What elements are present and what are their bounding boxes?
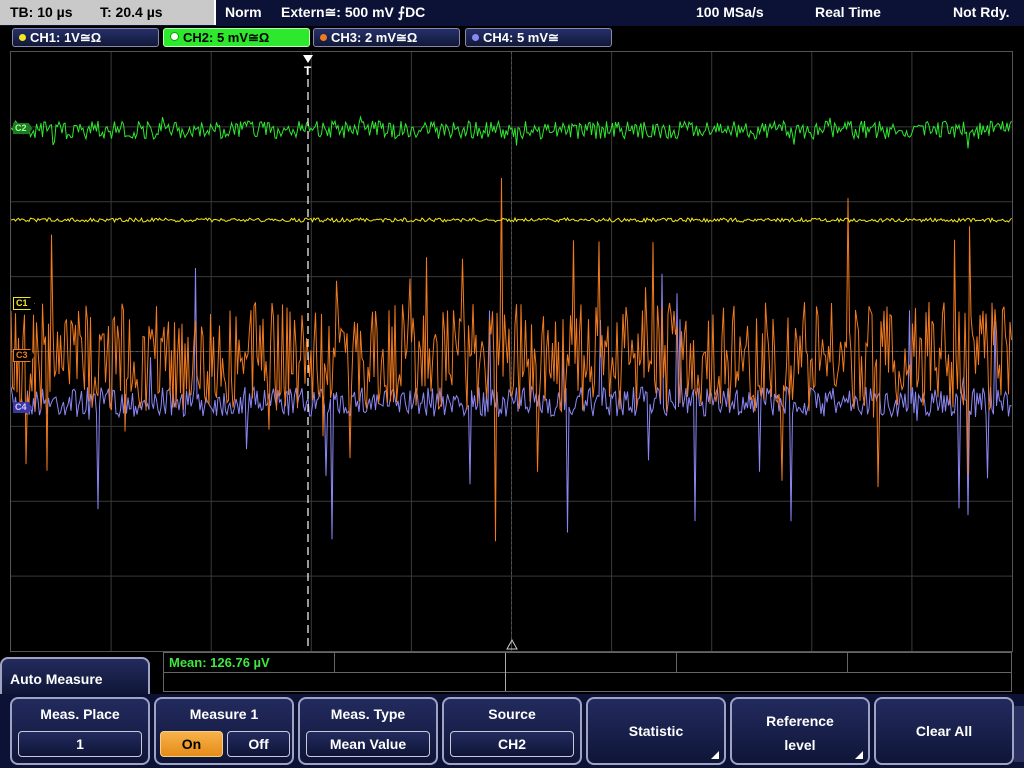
clear-all-label: Clear All — [915, 723, 973, 739]
menu-title: Auto Measure — [10, 671, 103, 687]
source-softkey[interactable]: Source CH2 — [442, 697, 582, 765]
meas-place-label: Meas. Place — [40, 706, 120, 722]
ch1-label: CH1: 1V≅Ω — [30, 30, 102, 45]
strip-divider — [334, 653, 335, 672]
channel-tab-ch2[interactable]: CH2: 5 mV≅Ω — [163, 28, 310, 47]
channel-tab-ch4[interactable]: CH4: 5 mV≅ — [465, 28, 612, 47]
acquisition-mode: Real Time — [815, 4, 881, 20]
measure1-on-button[interactable]: On — [160, 731, 223, 757]
trigger-source[interactable]: Extern≅: 500 mV ⨍DC — [281, 4, 425, 21]
ch2-offset-marker[interactable]: C2 — [13, 123, 33, 134]
reference-level-softkey[interactable]: Reference level — [730, 697, 870, 765]
meas-type-value[interactable]: Mean Value — [306, 731, 430, 757]
ch1-dot-icon — [19, 34, 26, 41]
ch2-dot-icon — [170, 32, 179, 41]
ch4-offset-marker[interactable]: C4 — [13, 402, 33, 413]
timebase-box[interactable]: TB: 10 µs T: 20.4 µs — [0, 0, 216, 25]
strip-divider — [505, 653, 506, 691]
ch4-dot-icon — [472, 34, 479, 41]
trigger-mode[interactable]: Norm — [225, 4, 262, 20]
meas-place-value[interactable]: 1 — [18, 731, 142, 757]
measurement-readout: Mean: 126.76 µV — [169, 655, 270, 670]
channel-bar: CH1: 1V≅Ω CH2: 5 mV≅Ω CH3: 2 mV≅Ω CH4: 5… — [0, 26, 1024, 50]
menu-title-tab: Auto Measure — [0, 657, 150, 697]
measure1-label: Measure 1 — [189, 706, 259, 722]
statistic-label: Statistic — [628, 723, 684, 739]
measurement-strip: Mean: 126.76 µV — [163, 652, 1012, 692]
ch3-offset-marker[interactable]: C3 — [13, 349, 35, 362]
measure1-softkey[interactable]: Measure 1 On Off — [154, 697, 294, 765]
reference-label-line1: Reference — [766, 713, 834, 729]
waveform-canvas — [11, 52, 1012, 651]
waveform-display[interactable]: T C2 C1 C3 C4 — [10, 51, 1013, 652]
ch3-label: CH3: 2 mV≅Ω — [331, 30, 418, 45]
channel-tab-ch1[interactable]: CH1: 1V≅Ω — [12, 28, 159, 47]
menu-scroll-handle[interactable] — [1014, 706, 1024, 762]
source-value[interactable]: CH2 — [450, 731, 574, 757]
submenu-arrow-icon — [855, 751, 863, 759]
timebase-readout: TB: 10 µs — [10, 4, 73, 20]
ch4-label: CH4: 5 mV≅ — [483, 30, 559, 45]
strip-divider — [847, 653, 848, 672]
reference-label-line2: level — [784, 737, 816, 753]
status-bar: TB: 10 µs T: 20.4 µs Norm Extern≅: 500 m… — [0, 0, 1024, 26]
meas-type-label: Meas. Type — [330, 706, 406, 722]
meas-place-softkey[interactable]: Meas. Place 1 — [10, 697, 150, 765]
strip-divider — [676, 653, 677, 672]
ch3-dot-icon — [320, 34, 327, 41]
measure1-off-button[interactable]: Off — [227, 731, 290, 757]
channel-tab-ch3[interactable]: CH3: 2 mV≅Ω — [313, 28, 460, 47]
source-label: Source — [488, 706, 536, 722]
grid — [11, 52, 1012, 651]
ch1-offset-marker[interactable]: C1 — [13, 297, 35, 310]
submenu-arrow-icon — [711, 751, 719, 759]
meas-type-softkey[interactable]: Meas. Type Mean Value — [298, 697, 438, 765]
ch2-label: CH2: 5 mV≅Ω — [183, 30, 270, 45]
trigger-time-readout: T: 20.4 µs — [100, 4, 163, 20]
sample-rate: 100 MSa/s — [696, 4, 764, 20]
trigger-time-marker: T — [304, 64, 312, 78]
clear-all-softkey[interactable]: Clear All — [874, 697, 1014, 765]
statistic-softkey[interactable]: Statistic — [586, 697, 726, 765]
acquisition-state: Not Rdy. — [953, 4, 1010, 20]
strip-divider — [164, 672, 1011, 673]
